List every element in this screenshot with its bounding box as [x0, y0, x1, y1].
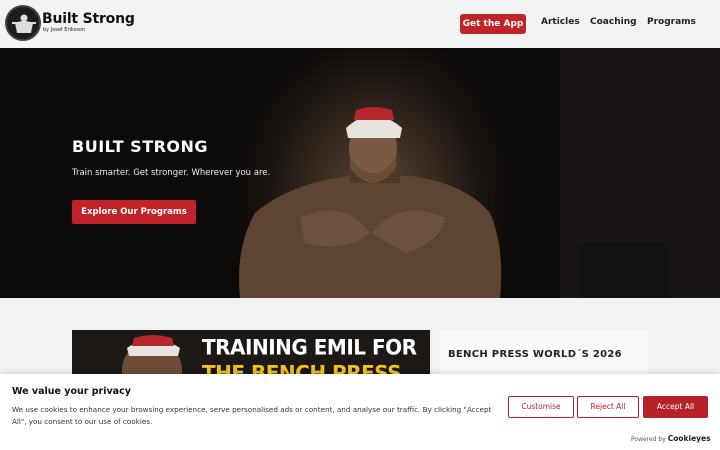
news-card[interactable]: BENCH PRESS WORLD´S 2026 [440, 330, 648, 374]
hero-banner: BUILT STRONG Train smarter. Get stronger… [0, 48, 720, 298]
news-card-title: BENCH PRESS WORLD´S 2026 [448, 349, 622, 360]
nav-articles[interactable]: Articles [541, 17, 580, 27]
accept-all-button[interactable]: Accept All [643, 396, 708, 418]
explore-programs-button[interactable]: Explore Our Programs [72, 200, 196, 224]
cookie-title: We value your privacy [12, 386, 131, 397]
cookieyes-logo[interactable]: Cookieyes [668, 434, 711, 443]
site-header: Built Strong by Josef Eriksson Get the A… [0, 0, 720, 48]
nav-programs[interactable]: Programs [647, 17, 696, 27]
powered-by: Powered by Cookieyes [631, 434, 711, 443]
thumbnail-text-line1: TRAINING EMIL FOR [202, 334, 417, 360]
logo-subtitle: by Josef Eriksson [43, 27, 86, 33]
nav-coaching[interactable]: Coaching [590, 17, 637, 27]
cookie-text: We use cookies to enhance your browsing … [12, 405, 492, 426]
thumbnail-athlete-image [122, 335, 182, 374]
hero-subtitle: Train smarter. Get stronger. Wherever yo… [72, 168, 271, 178]
get-app-button[interactable]: Get the App [460, 14, 526, 34]
powered-by-label: Powered by [631, 436, 666, 443]
logo-title[interactable]: Built Strong [42, 11, 135, 27]
reject-all-button[interactable]: Reject All [577, 396, 639, 418]
logo-icon[interactable] [5, 5, 41, 41]
thumbnail-text-line2: THE BENCH PRESS [202, 361, 402, 374]
article-thumbnail[interactable]: TRAINING EMIL FOR THE BENCH PRESS [72, 330, 430, 374]
hero-title: BUILT STRONG [72, 137, 209, 156]
cookie-banner: We value your privacy We use cookies to … [0, 374, 720, 450]
customise-button[interactable]: Customise [508, 396, 574, 418]
